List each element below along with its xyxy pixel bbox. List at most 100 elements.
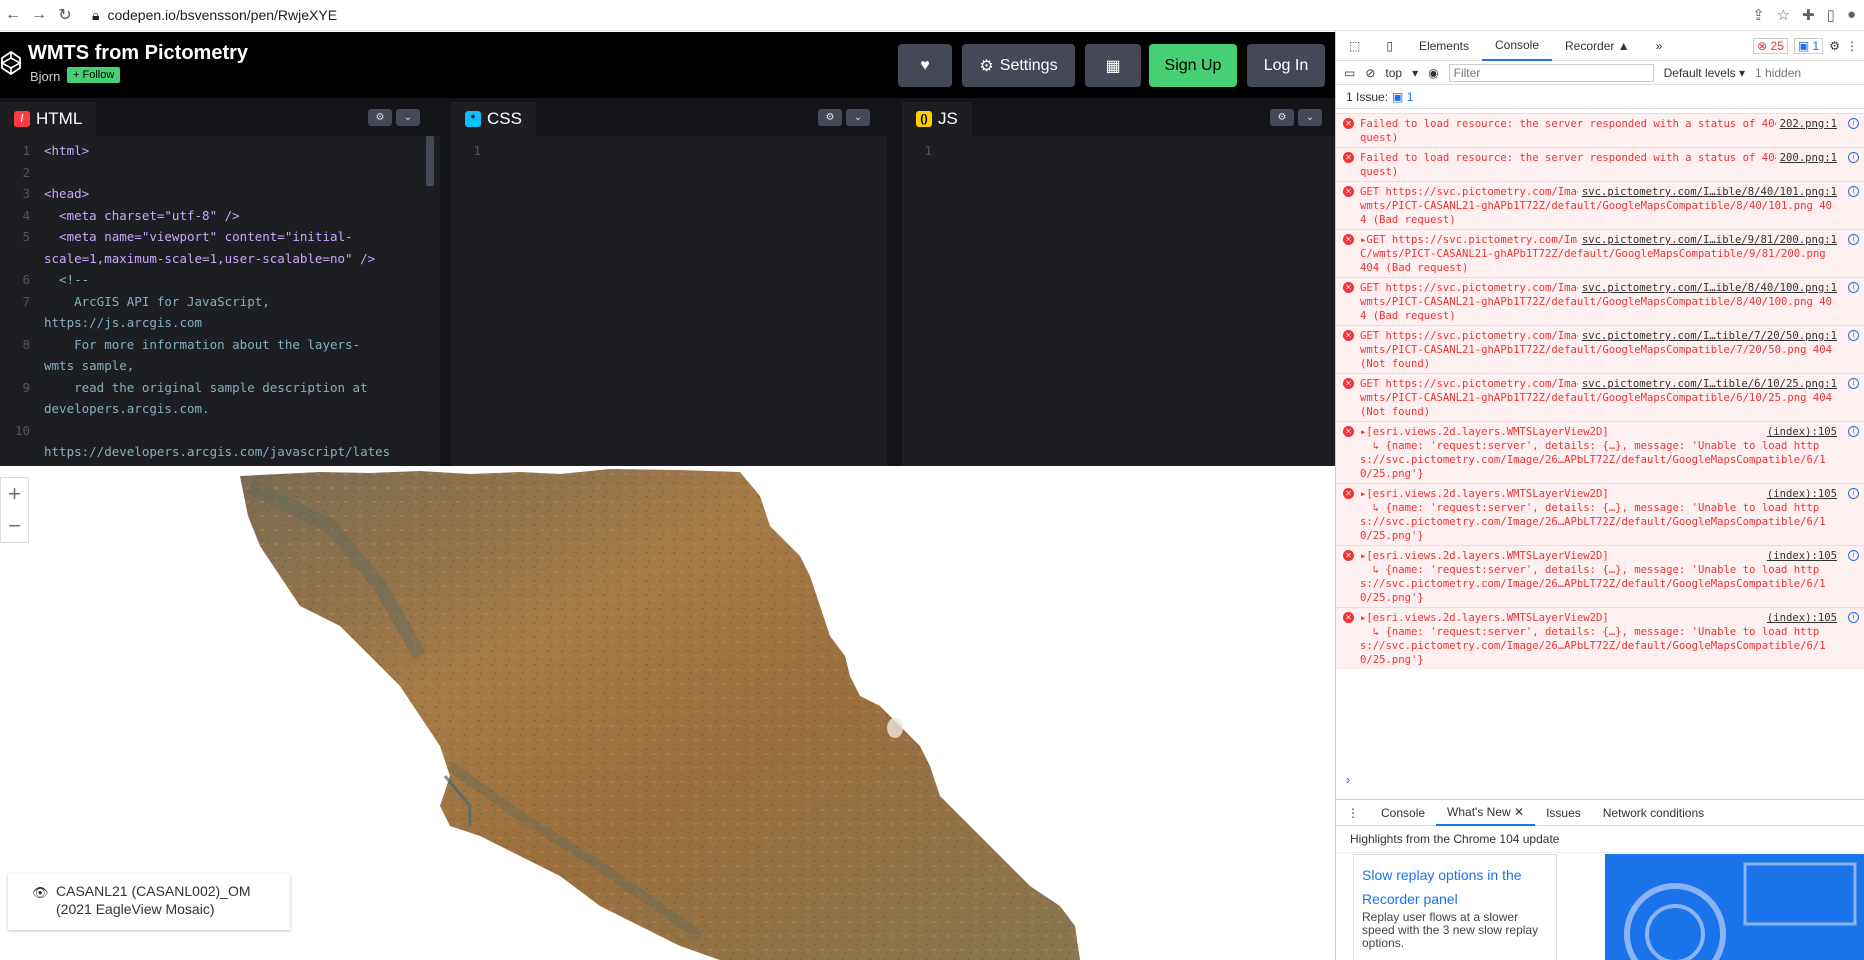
html-settings-icon[interactable]: ⚙ bbox=[368, 109, 392, 126]
message-source-link[interactable]: svc.pictometry.com/I…ible/9/81/200.png:1 bbox=[1577, 233, 1837, 247]
console-error-message[interactable]: ✕ ▸[esri.views.2d.layers.WMTSLayerView2D]… bbox=[1336, 607, 1864, 669]
zoom-out-button[interactable]: − bbox=[1, 510, 28, 542]
tab-console[interactable]: Console bbox=[1481, 31, 1553, 61]
tab-elements[interactable]: Elements bbox=[1406, 31, 1482, 61]
inspect-icon[interactable]: ⬚ bbox=[1336, 31, 1373, 61]
drawer-tab-issues[interactable]: Issues bbox=[1535, 806, 1592, 820]
eye-icon[interactable]: 👁︎ bbox=[32, 884, 49, 902]
share-icon[interactable]: ⇪ bbox=[1752, 6, 1765, 24]
console-error-message[interactable]: ✕ ▸[esri.views.2d.layers.WMTSLayerView2D]… bbox=[1336, 483, 1864, 545]
drawer-tab-console[interactable]: Console bbox=[1370, 806, 1436, 820]
login-button[interactable]: Log In bbox=[1247, 44, 1325, 87]
console-error-message[interactable]: ✕ GET https://svc.pictometry.com/Image/26… bbox=[1336, 325, 1864, 373]
info-icon[interactable]: i bbox=[1848, 378, 1859, 389]
message-source-link[interactable]: (index):105 bbox=[1762, 549, 1837, 563]
issues-badge[interactable]: ▣ 1 bbox=[1392, 90, 1413, 104]
sidebar-icon[interactable]: ▯ bbox=[1827, 6, 1835, 24]
info-icon[interactable]: i bbox=[1848, 488, 1859, 499]
css-code[interactable]: 1 bbox=[451, 140, 887, 466]
info-icon[interactable]: i bbox=[1848, 152, 1859, 163]
console-error-message[interactable]: ✕ ▸[esri.views.2d.layers.WMTSLayerView2D]… bbox=[1336, 421, 1864, 483]
info-icon[interactable]: i bbox=[1848, 186, 1859, 197]
back-icon[interactable]: ← bbox=[0, 2, 26, 28]
pen-title[interactable]: WMTS from Pictometry bbox=[28, 42, 248, 65]
editors-panel: / HTML ⚙ ⌄ 1 <html> 2 3 <head> 4 <meta charse… bbox=[0, 98, 1335, 466]
tab-html[interactable]: / HTML bbox=[0, 102, 97, 136]
message-source-link[interactable]: (index):105 bbox=[1762, 611, 1837, 625]
promo-image[interactable] bbox=[1605, 854, 1864, 960]
kebab-menu-icon[interactable]: ⋮ bbox=[1846, 39, 1858, 53]
profile-icon[interactable]: ● bbox=[1847, 6, 1856, 24]
error-count-badge[interactable]: ⊗ 25 bbox=[1753, 37, 1788, 54]
context-select[interactable]: top bbox=[1385, 66, 1402, 80]
levels-select[interactable]: Default levels ▾ bbox=[1664, 66, 1745, 80]
console-error-message[interactable]: ✕ Failed to load resource: the server res… bbox=[1336, 147, 1864, 181]
info-icon[interactable]: i bbox=[1848, 612, 1859, 623]
info-icon[interactable]: i bbox=[1848, 234, 1859, 245]
line-number: 1 bbox=[473, 143, 481, 158]
message-source-link[interactable]: 202.png:1 bbox=[1775, 117, 1837, 131]
message-source-link[interactable]: (index):105 bbox=[1762, 425, 1837, 439]
more-tabs-button[interactable]: » bbox=[1643, 31, 1676, 61]
sidebar-toggle-icon[interactable]: ▭ bbox=[1344, 66, 1355, 80]
signup-button[interactable]: Sign Up bbox=[1149, 44, 1237, 87]
issues-bar[interactable]: 1 Issue: ▣ 1 bbox=[1336, 85, 1864, 109]
card-title[interactable]: Slow replay options in the Recorder pane… bbox=[1362, 863, 1548, 911]
console-error-message[interactable]: ✕ ▸[esri.views.2d.layers.WMTSLayerView2D]… bbox=[1336, 545, 1864, 607]
address-bar[interactable]: 🔒︎ codepen.io/bsvensson/pen/RwjeXYE bbox=[92, 7, 337, 24]
js-settings-icon[interactable]: ⚙ bbox=[1270, 109, 1294, 126]
css-collapse-icon[interactable]: ⌄ bbox=[846, 109, 870, 126]
console-error-message[interactable]: ✕ Failed to load resource: the server res… bbox=[1336, 113, 1864, 147]
drawer-tab-network-conditions[interactable]: Network conditions bbox=[1592, 806, 1715, 820]
message-source-link[interactable]: svc.pictometry.com/I…ible/8/40/101.png:1 bbox=[1577, 185, 1837, 199]
css-settings-icon[interactable]: ⚙ bbox=[818, 109, 842, 126]
console-prompt[interactable]: › bbox=[1346, 772, 1350, 787]
info-icon[interactable]: i bbox=[1848, 330, 1859, 341]
js-code[interactable]: 1 bbox=[902, 140, 1335, 466]
message-source-link[interactable]: (index):105 bbox=[1762, 487, 1837, 501]
message-source-link[interactable]: svc.pictometry.com/I…tible/7/20/50.png:1 bbox=[1577, 329, 1837, 343]
clear-console-icon[interactable]: ⊘ bbox=[1365, 66, 1375, 80]
heart-button[interactable]: ♥ bbox=[898, 44, 952, 87]
info-count-badge[interactable]: ▣ 1 bbox=[1793, 37, 1824, 54]
info-icon[interactable]: i bbox=[1848, 550, 1859, 561]
js-collapse-icon[interactable]: ⌄ bbox=[1298, 109, 1322, 126]
device-toggle-icon[interactable]: ▯ bbox=[1373, 31, 1406, 61]
reload-icon[interactable]: ↻ bbox=[52, 2, 78, 28]
tab-recorder[interactable]: Recorder ▲ bbox=[1552, 31, 1643, 61]
message-source-link[interactable]: 200.png:1 bbox=[1775, 151, 1837, 165]
filter-input[interactable]: Filter bbox=[1448, 63, 1654, 82]
settings-button[interactable]: ⚙ Settings bbox=[962, 44, 1075, 87]
follow-button[interactable]: + Follow bbox=[67, 67, 121, 83]
extensions-icon[interactable]: ✚ bbox=[1802, 6, 1815, 24]
info-icon[interactable]: i bbox=[1848, 282, 1859, 293]
message-source-link[interactable]: svc.pictometry.com/I…tible/6/10/25.png:1 bbox=[1577, 377, 1837, 391]
codepen-logo-icon[interactable] bbox=[0, 48, 22, 78]
zoom-in-button[interactable]: + bbox=[1, 478, 28, 510]
pen-author[interactable]: Bjorn bbox=[30, 69, 60, 84]
drawer-tab-whats-new[interactable]: What's New ✕ bbox=[1436, 800, 1536, 826]
html-scrollbar[interactable] bbox=[426, 136, 434, 186]
eye-icon[interactable]: ◉ bbox=[1428, 66, 1438, 80]
info-icon[interactable]: i bbox=[1848, 426, 1859, 437]
console-error-message[interactable]: ✕ GET https://svc.pictometry.com/Image/26… bbox=[1336, 373, 1864, 421]
console-error-message[interactable]: ✕ GET https://svc.pictometry.com/Image/26… bbox=[1336, 277, 1864, 325]
layout-button[interactable]: ▦ bbox=[1085, 44, 1141, 87]
error-icon: ✕ bbox=[1343, 234, 1354, 245]
html-code[interactable]: 1 <html> 2 3 <head> 4 <meta charset="utf-8" /… bbox=[0, 140, 440, 466]
forward-icon[interactable]: → bbox=[26, 2, 52, 28]
tab-css[interactable]: * CSS bbox=[451, 102, 536, 136]
info-icon[interactable]: i bbox=[1848, 118, 1859, 129]
bookmark-star-icon[interactable]: ☆ bbox=[1777, 6, 1790, 24]
tab-js[interactable]: () JS bbox=[902, 102, 972, 136]
whats-new-card[interactable]: Slow replay options in the Recorder pane… bbox=[1353, 854, 1557, 960]
console-error-message[interactable]: ✕ ▸GET https://svc.pictometry.com/Image/2… bbox=[1336, 229, 1864, 277]
message-source-link[interactable]: svc.pictometry.com/I…ible/8/40/100.png:1 bbox=[1577, 281, 1837, 295]
console-error-message[interactable]: ✕ GET https://svc.pictometry.com/Image/26… bbox=[1336, 181, 1864, 229]
html-editor: / HTML ⚙ ⌄ 1 <html> 2 3 <head> 4 <meta charse… bbox=[0, 98, 440, 466]
layer-title[interactable]: CASANL21 (CASANL002)_OM bbox=[56, 882, 278, 900]
drawer-menu-icon[interactable]: ⋮ bbox=[1336, 806, 1370, 820]
html-collapse-icon[interactable]: ⌄ bbox=[396, 109, 420, 126]
gear-icon[interactable]: ⚙ bbox=[1829, 39, 1840, 53]
layer-subtitle[interactable]: (2021 EagleView Mosaic) bbox=[56, 900, 278, 918]
